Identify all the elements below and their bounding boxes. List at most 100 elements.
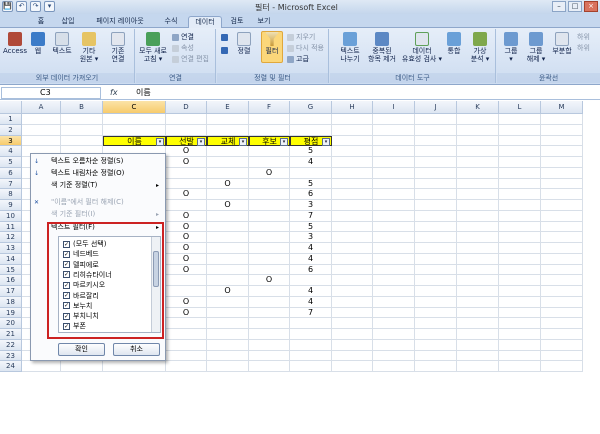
cell[interactable] xyxy=(541,243,583,254)
cell[interactable] xyxy=(457,361,499,372)
row-header[interactable]: 15 xyxy=(0,264,22,276)
cell[interactable] xyxy=(457,253,499,265)
cell[interactable] xyxy=(332,157,373,168)
cell[interactable] xyxy=(499,318,541,329)
cell[interactable] xyxy=(166,361,207,372)
cell[interactable]: O xyxy=(166,210,207,222)
sort-button[interactable]: 정렬 xyxy=(235,32,253,55)
sort-za-button[interactable] xyxy=(221,47,228,54)
data-validation-button[interactable]: 데이터 유효성 검사 ▾ xyxy=(400,32,444,63)
row-header[interactable]: 22 xyxy=(0,339,22,351)
row-header[interactable]: 3 xyxy=(0,135,22,147)
show-detail-button[interactable]: 하위 xyxy=(577,33,590,42)
cell[interactable] xyxy=(415,339,457,351)
cell[interactable] xyxy=(541,124,583,136)
cell[interactable] xyxy=(166,350,207,362)
cell[interactable] xyxy=(541,157,583,168)
cell[interactable] xyxy=(457,114,499,125)
column-header[interactable]: A xyxy=(22,101,61,114)
filter-button[interactable]: 필터 xyxy=(261,31,283,63)
cell[interactable] xyxy=(166,114,207,125)
cell[interactable] xyxy=(373,350,415,362)
refresh-all-button[interactable]: 모두 새로 고침 ▾ xyxy=(139,32,167,63)
cell[interactable] xyxy=(22,124,61,136)
fx-icon[interactable]: fx xyxy=(110,88,118,97)
cell[interactable] xyxy=(499,124,541,136)
filter-value-item[interactable]: ✓ 네드베드 xyxy=(63,249,99,259)
cell[interactable]: 4 xyxy=(290,286,332,297)
cell[interactable] xyxy=(249,178,290,190)
cell[interactable] xyxy=(541,189,583,200)
cell[interactable] xyxy=(249,350,290,362)
cell[interactable] xyxy=(541,361,583,372)
cell[interactable] xyxy=(457,307,499,319)
column-header[interactable]: D xyxy=(166,101,207,114)
ok-button[interactable]: 확인 xyxy=(58,343,105,356)
cell[interactable] xyxy=(373,318,415,329)
cell[interactable] xyxy=(541,221,583,233)
cell[interactable]: 5 xyxy=(290,178,332,190)
cell[interactable] xyxy=(332,167,373,179)
cell[interactable]: O xyxy=(166,243,207,254)
close-button[interactable]: × xyxy=(584,1,598,12)
cell[interactable] xyxy=(61,124,103,136)
cell[interactable] xyxy=(457,178,499,190)
connections-button[interactable]: 연결 xyxy=(172,33,194,42)
cell[interactable] xyxy=(207,124,249,136)
checkbox[interactable]: ✓ xyxy=(63,271,70,279)
row-header[interactable]: 1 xyxy=(0,114,22,125)
cell[interactable] xyxy=(207,339,249,351)
cell[interactable] xyxy=(415,210,457,222)
cell[interactable] xyxy=(415,286,457,297)
cell[interactable] xyxy=(499,264,541,276)
cell[interactable]: O xyxy=(166,157,207,168)
cell[interactable]: 7 xyxy=(290,307,332,319)
cell[interactable] xyxy=(207,350,249,362)
cell[interactable] xyxy=(373,178,415,190)
consolidate-button[interactable]: 통합 xyxy=(444,32,464,55)
row-header[interactable]: 14 xyxy=(0,253,22,265)
row-header[interactable]: 4 xyxy=(0,146,22,157)
cell[interactable]: 4 xyxy=(290,157,332,168)
filter-dropdown-button[interactable]: ▾ xyxy=(239,137,247,146)
cell[interactable] xyxy=(207,167,249,179)
cell[interactable] xyxy=(457,275,499,286)
cell[interactable] xyxy=(290,361,332,372)
cell[interactable] xyxy=(207,275,249,286)
cell[interactable] xyxy=(457,167,499,179)
row-header[interactable]: 20 xyxy=(0,318,22,329)
cell[interactable] xyxy=(415,157,457,168)
cell[interactable] xyxy=(332,264,373,276)
cell[interactable] xyxy=(332,350,373,362)
what-if-button[interactable]: 가상 분석 ▾ xyxy=(468,32,492,63)
cell[interactable] xyxy=(290,167,332,179)
other-sources-button[interactable]: 기타 원본 ▾ xyxy=(78,32,100,63)
cell[interactable] xyxy=(332,243,373,254)
cell[interactable] xyxy=(249,253,290,265)
filter-value-item[interactable]: ✓ 부치니치 xyxy=(63,311,99,321)
cell[interactable] xyxy=(332,307,373,319)
cell[interactable] xyxy=(61,114,103,125)
filter-value-item[interactable]: ✓ (모두 선택) xyxy=(63,239,106,249)
cell[interactable] xyxy=(166,286,207,297)
cell[interactable] xyxy=(415,146,457,157)
cell[interactable] xyxy=(332,135,373,147)
column-header[interactable]: M xyxy=(541,101,583,114)
cell[interactable] xyxy=(332,361,373,372)
cell[interactable]: O xyxy=(166,253,207,265)
cell[interactable] xyxy=(207,361,249,372)
cell[interactable] xyxy=(207,243,249,254)
cell[interactable] xyxy=(373,243,415,254)
cell[interactable]: O xyxy=(166,221,207,233)
cell[interactable] xyxy=(373,135,415,147)
cell[interactable]: 5 xyxy=(290,221,332,233)
cell[interactable] xyxy=(457,339,499,351)
row-header[interactable]: 2 xyxy=(0,124,22,136)
row-header[interactable]: 7 xyxy=(0,178,22,190)
checkbox[interactable]: ✓ xyxy=(63,240,70,248)
cell[interactable] xyxy=(457,264,499,276)
checkbox[interactable]: ✓ xyxy=(63,312,70,320)
cell[interactable] xyxy=(499,253,541,265)
cell[interactable] xyxy=(499,167,541,179)
header-cell[interactable]: 이름 ▾ xyxy=(103,135,166,147)
